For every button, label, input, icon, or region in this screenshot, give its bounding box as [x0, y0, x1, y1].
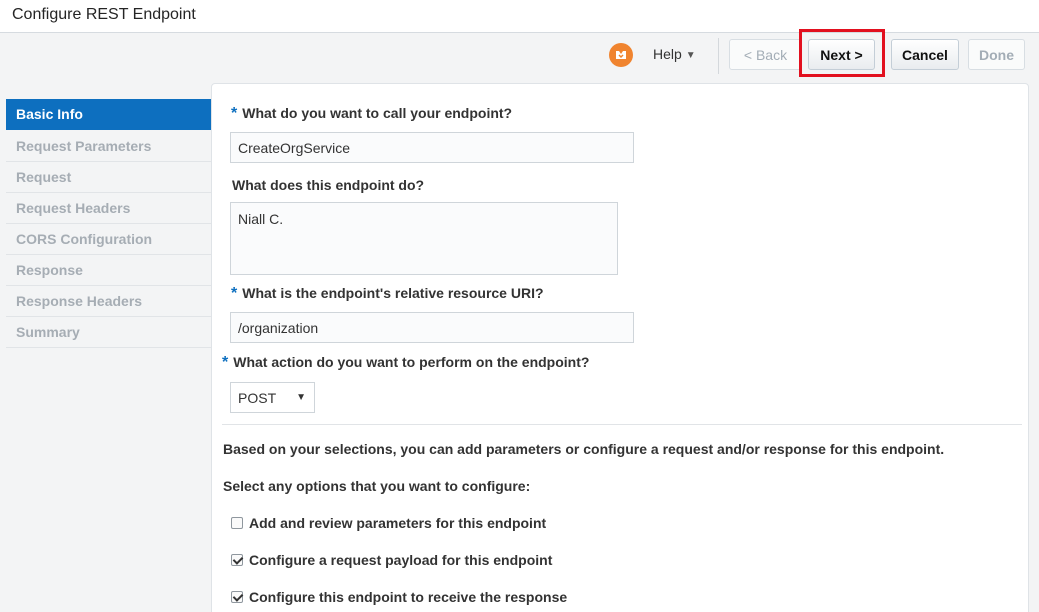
- options-label: Select any options that you want to conf…: [223, 478, 531, 494]
- endpoint-description-label: What does this endpoint do?: [232, 177, 425, 193]
- back-button[interactable]: < Back: [729, 39, 802, 70]
- option-label: Configure a request payload for this end…: [249, 552, 553, 568]
- sidebar-item-basic-info[interactable]: Basic Info: [6, 99, 211, 130]
- dropdown-arrow-icon: ▼: [296, 392, 306, 403]
- endpoint-action-select[interactable]: POST ▼: [230, 382, 315, 413]
- sidebar-item-request-headers[interactable]: Request Headers: [6, 193, 211, 224]
- cancel-button[interactable]: Cancel: [891, 39, 959, 70]
- section-divider: [222, 424, 1022, 425]
- chevron-down-icon: ▼: [685, 50, 696, 61]
- option-receive-response[interactable]: Configure this endpoint to receive the r…: [231, 589, 567, 605]
- endpoint-uri-input[interactable]: /organization: [230, 312, 634, 343]
- next-button[interactable]: Next >: [808, 39, 875, 70]
- sidebar-item-summary[interactable]: Summary: [6, 317, 211, 348]
- required-marker: *: [231, 105, 238, 122]
- option-label: Configure this endpoint to receive the r…: [249, 589, 568, 605]
- endpoint-name-input[interactable]: CreateOrgService: [230, 132, 634, 163]
- endpoint-description-textarea[interactable]: Niall C.: [230, 202, 618, 275]
- checkbox[interactable]: [231, 591, 243, 603]
- sidebar-item-request-parameters[interactable]: Request Parameters: [6, 130, 211, 162]
- endpoint-action-label: * What action do you want to perform on t…: [222, 354, 590, 371]
- help-label: Help: [653, 46, 682, 62]
- checkbox[interactable]: [231, 554, 243, 566]
- page-title: Configure REST Endpoint: [12, 6, 196, 23]
- checkbox[interactable]: [231, 517, 243, 529]
- option-label: Add and review parameters for this endpo…: [249, 515, 547, 531]
- endpoint-name-label: * What do you want to call your endpoint?: [231, 105, 513, 122]
- help-menu[interactable]: Help ▼: [653, 46, 696, 62]
- title-bar: Configure REST Endpoint: [0, 0, 1039, 33]
- required-marker: *: [231, 285, 238, 302]
- help-badge-icon[interactable]: [609, 43, 633, 67]
- done-button[interactable]: Done: [968, 39, 1025, 70]
- option-request-payload[interactable]: Configure a request payload for this end…: [231, 552, 552, 568]
- required-marker: *: [222, 354, 229, 371]
- sidebar-item-request[interactable]: Request: [6, 162, 211, 193]
- sidebar-item-response-headers[interactable]: Response Headers: [6, 286, 211, 317]
- endpoint-action-value: POST: [238, 389, 277, 406]
- endpoint-uri-label: * What is the endpoint's relative resourc…: [231, 285, 544, 302]
- sidebar-nav: Basic Info Request Parameters Request Re…: [6, 99, 211, 348]
- toolbar-divider: [718, 38, 719, 74]
- option-add-parameters[interactable]: Add and review parameters for this endpo…: [231, 515, 546, 531]
- sidebar-item-cors-configuration[interactable]: CORS Configuration: [6, 224, 211, 255]
- selection-info-text: Based on your selections, you can add pa…: [223, 441, 945, 457]
- sidebar-item-response[interactable]: Response: [6, 255, 211, 286]
